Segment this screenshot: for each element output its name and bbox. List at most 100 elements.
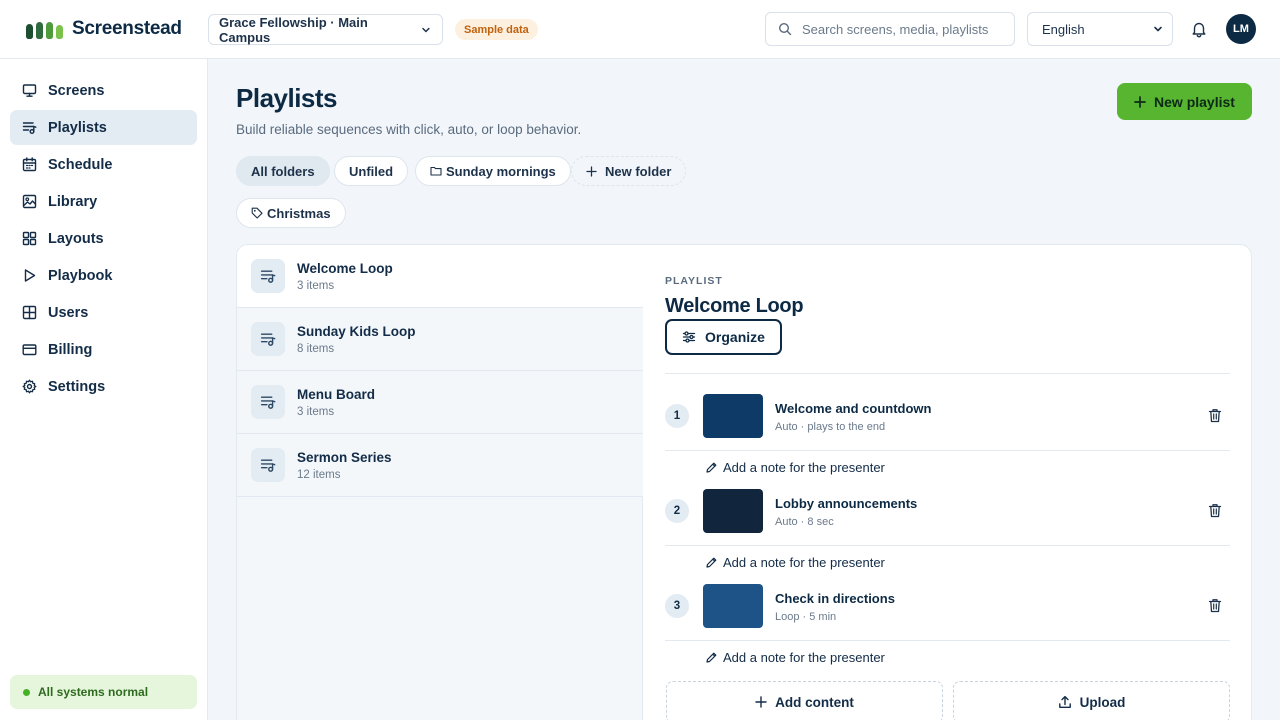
note-label: Add a note for the presenter: [723, 650, 885, 665]
new-playlist-label: New playlist: [1154, 93, 1235, 110]
sidebar-item-label: Playlists: [48, 119, 107, 136]
search-input[interactable]: [802, 21, 1012, 37]
item-name: Check in directions: [775, 591, 895, 606]
trash-icon[interactable]: [1208, 598, 1222, 613]
item-thumbnail: [703, 584, 763, 628]
new-playlist-button[interactable]: New playlist: [1117, 83, 1252, 120]
trash-icon[interactable]: [1208, 503, 1222, 518]
detail-eyebrow: PLAYLIST: [665, 275, 723, 287]
sidebar: Screens Playlists Schedule Library Layou…: [0, 59, 208, 720]
sidebar-item-playlists[interactable]: Playlists: [10, 110, 197, 145]
page-subtitle: Build reliable sequences with click, aut…: [236, 122, 582, 137]
user-avatar[interactable]: LM: [1226, 14, 1256, 44]
playlist-row-welcome-loop[interactable]: Welcome Loop 3 items: [237, 245, 643, 308]
upload-label: Upload: [1079, 694, 1126, 710]
detail-title: Welcome Loop: [665, 295, 804, 317]
playlist-icon: [22, 122, 37, 134]
sidebar-item-schedule[interactable]: Schedule: [10, 147, 197, 182]
playlist-item-count: 12 items: [297, 468, 341, 481]
organization-select-value: Grace Fellowship · Main Campus: [219, 14, 368, 45]
sliders-icon: [682, 331, 696, 343]
app-logo[interactable]: Screenstead: [26, 18, 182, 40]
upload-icon: [1058, 695, 1071, 708]
playlist-item-count: 8 items: [297, 342, 335, 355]
tag-icon: [251, 207, 263, 219]
item-meta: Auto · plays to the end: [775, 421, 886, 433]
chevron-down-icon: [422, 27, 430, 32]
page-title: Playlists: [236, 83, 338, 113]
trash-icon[interactable]: [1208, 408, 1222, 423]
playlist-row-sermon-series[interactable]: Sermon Series 12 items: [237, 434, 643, 497]
credit-card-icon: [22, 344, 37, 356]
chevron-down-icon: [1154, 26, 1162, 32]
playlist-icon: [251, 385, 285, 419]
filter-folder-label: Sunday mornings: [446, 163, 556, 179]
sidebar-item-library[interactable]: Library: [10, 184, 197, 219]
search-icon: [778, 22, 792, 36]
item-thumbnail: [703, 394, 763, 438]
sidebar-item-label: Billing: [48, 341, 93, 358]
filter-folder-sunday-mornings[interactable]: Sunday mornings: [415, 156, 571, 186]
playlist-item-count: 3 items: [297, 405, 335, 418]
monitor-icon: [22, 84, 37, 97]
sidebar-item-layouts[interactable]: Layouts: [10, 221, 197, 256]
item-name: Lobby announcements: [775, 496, 918, 511]
plus-icon: [586, 165, 597, 177]
organize-button[interactable]: Organize: [665, 319, 782, 355]
sidebar-item-label: Settings: [48, 378, 106, 395]
add-content-label: Add content: [775, 694, 854, 710]
playlist-name: Welcome Loop: [297, 260, 393, 276]
system-status-text: All systems normal: [38, 685, 149, 699]
playlist-content-item[interactable]: 3 Check in directions Loop · 5 min: [665, 564, 1230, 641]
sidebar-item-users[interactable]: Users: [10, 295, 197, 330]
language-select[interactable]: English: [1027, 12, 1173, 46]
new-folder-label: New folder: [605, 163, 672, 179]
upload-button[interactable]: Upload: [953, 681, 1230, 720]
organization-select[interactable]: Grace Fellowship · Main Campus: [208, 14, 443, 45]
app-name: Screenstead: [72, 18, 182, 39]
add-presenter-note-link[interactable]: Add a note for the presenter: [705, 650, 885, 665]
search-box[interactable]: [765, 12, 1015, 46]
playlist-item-count: 3 items: [297, 279, 335, 292]
folder-icon: [430, 166, 442, 176]
image-icon: [22, 194, 37, 209]
playlist-name: Sermon Series: [297, 449, 392, 465]
sidebar-item-billing[interactable]: Billing: [10, 332, 197, 367]
sidebar-item-settings[interactable]: Settings: [10, 369, 197, 404]
sidebar-item-label: Screens: [48, 82, 105, 99]
logo-mark-icon: [26, 19, 63, 39]
item-meta: Auto · 8 sec: [775, 516, 834, 528]
playlist-content-item[interactable]: 2 Lobby announcements Auto · 8 sec: [665, 469, 1230, 546]
notifications-bell-icon[interactable]: [1190, 20, 1208, 38]
sidebar-item-label: Layouts: [48, 230, 104, 247]
playlist-icon: [251, 259, 285, 293]
organize-label: Organize: [705, 329, 765, 345]
item-name: Welcome and countdown: [775, 401, 932, 416]
filter-tag-christmas[interactable]: Christmas: [236, 198, 346, 228]
playlist-list: Welcome Loop 3 items Sunday Kids Loop 8 …: [237, 245, 643, 720]
filter-tag-label: Christmas: [267, 205, 331, 221]
plus-icon: [1134, 95, 1146, 108]
sidebar-item-playbook[interactable]: Playbook: [10, 258, 197, 293]
language-select-value: English: [1042, 21, 1085, 37]
playlist-row-sunday-kids-loop[interactable]: Sunday Kids Loop 8 items: [237, 308, 643, 371]
status-dot-icon: [23, 688, 30, 696]
play-icon: [24, 269, 36, 282]
gear-icon: [22, 379, 37, 394]
new-folder-button[interactable]: New folder: [571, 156, 687, 186]
filter-unfiled[interactable]: Unfiled: [334, 156, 409, 186]
add-content-button[interactable]: Add content: [666, 681, 943, 720]
filter-all-folders[interactable]: All folders: [236, 156, 330, 186]
playlist-icon: [251, 448, 285, 482]
playlist-icon: [251, 322, 285, 356]
playlist-name: Sunday Kids Loop: [297, 323, 416, 339]
sample-data-badge: Sample data: [455, 19, 538, 40]
plus-icon: [755, 696, 767, 708]
sidebar-item-screens[interactable]: Screens: [10, 73, 197, 108]
pencil-icon: [706, 652, 717, 663]
playlist-content-item[interactable]: 1 Welcome and countdown Auto · plays to …: [665, 374, 1230, 451]
item-order-number: 1: [665, 404, 689, 428]
playlist-row-menu-board[interactable]: Menu Board 3 items: [237, 371, 643, 434]
system-status: All systems normal: [10, 675, 197, 709]
users-grid-icon: [22, 305, 37, 320]
